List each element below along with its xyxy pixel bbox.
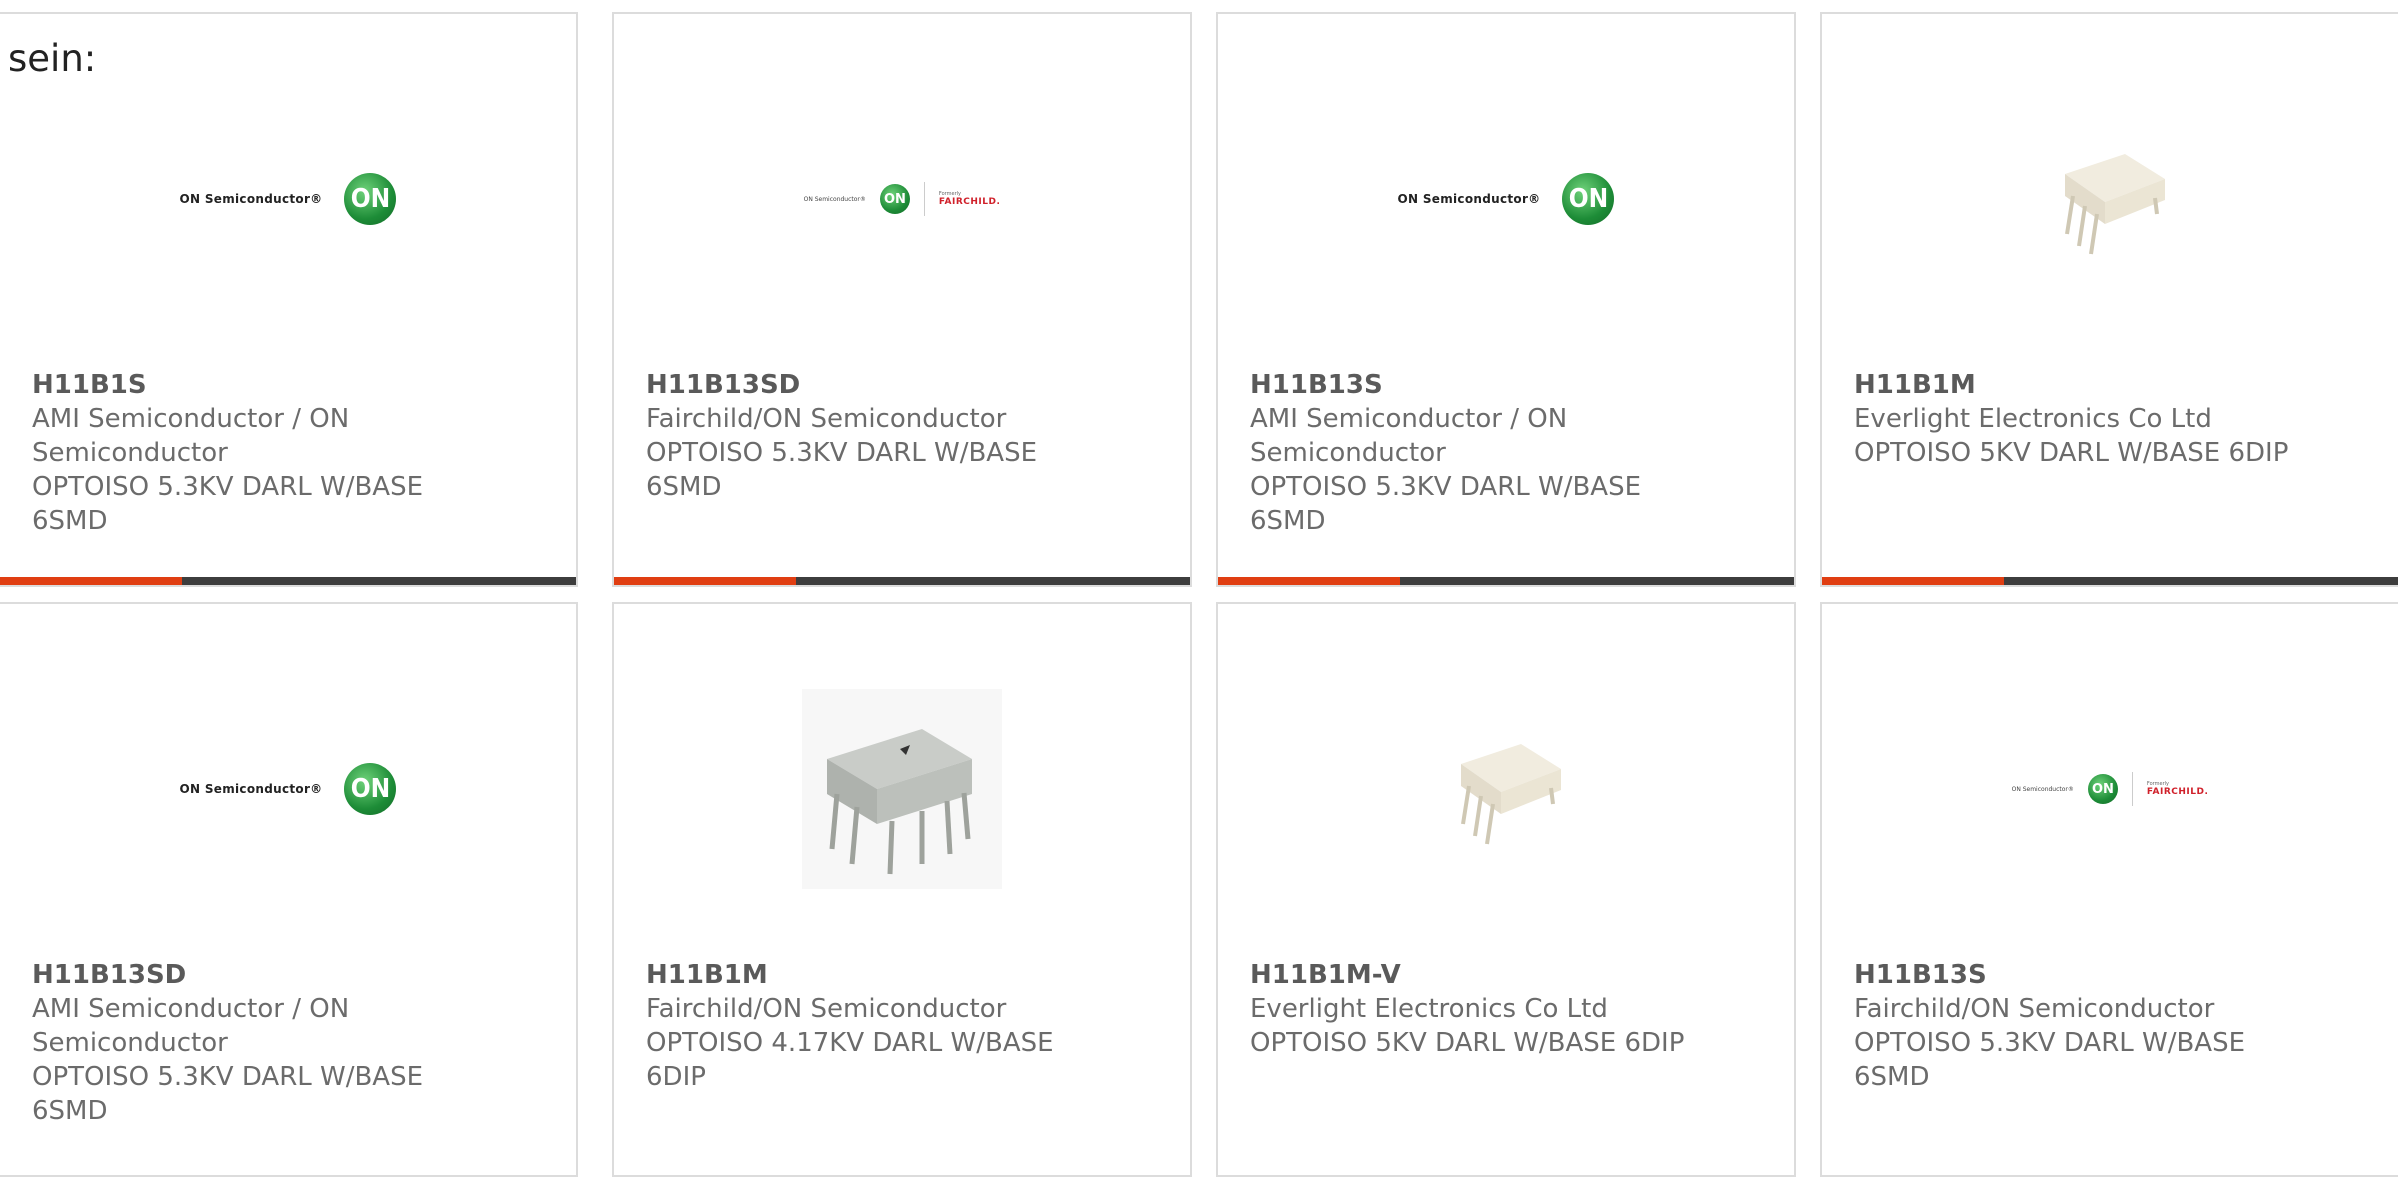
accent-bar — [1218, 577, 1400, 585]
dip-chip-gray-image — [802, 689, 1002, 889]
description: OPTOISO 5KV DARL W/BASE 6DIP — [1854, 438, 2289, 468]
on-fairchild-logo: ON Semiconductor® ON Formerly FAIRCHILD. — [2012, 772, 2209, 806]
accent-bar — [0, 577, 182, 585]
part-number[interactable]: H11B13SD — [32, 958, 502, 992]
part-number[interactable]: H11B1M — [646, 958, 1116, 992]
product-info: H11B13S AMI Semiconductor / ON Semicondu… — [1250, 368, 1720, 538]
product-info: H11B1S AMI Semiconductor / ON Semiconduc… — [32, 368, 502, 538]
description: OPTOISO 5KV DARL W/BASE 6DIP — [1250, 1028, 1685, 1058]
description: OPTOISO 5.3KV DARL W/BASE 6SMD — [32, 1062, 424, 1126]
product-card[interactable]: H11B1M-V Everlight Electronics Co Ltd OP… — [1216, 602, 1796, 1177]
product-card[interactable]: H11B1M Everlight Electronics Co Ltd OPTO… — [1820, 12, 2398, 587]
on-semiconductor-logo: ON Semiconductor® ON — [180, 173, 397, 225]
product-image[interactable]: ON Semiconductor® ON — [1218, 104, 1794, 294]
description: OPTOISO 5.3KV DARL W/BASE 6SMD — [1250, 472, 1642, 536]
product-info: H11B13S Fairchild/ON Semiconductor OPTOI… — [1854, 958, 2324, 1094]
manufacturer: AMI Semiconductor / ON Semiconductor — [32, 994, 350, 1058]
dip-chip-white-image — [2065, 154, 2165, 255]
product-info: H11B1M Everlight Electronics Co Ltd OPTO… — [1854, 368, 2324, 470]
product-card[interactable]: ON Semiconductor® ON Formerly FAIRCHILD.… — [612, 12, 1192, 587]
product-image[interactable]: ON Semiconductor® ON — [0, 694, 576, 884]
description: OPTOISO 5.3KV DARL W/BASE 6SMD — [1854, 1028, 2246, 1092]
manufacturer: AMI Semiconductor / ON Semiconductor — [1250, 404, 1568, 468]
accent-bar — [1822, 577, 2004, 585]
card-footer-bar — [1822, 577, 2398, 585]
logo-divider — [923, 182, 925, 216]
product-info: H11B13SD AMI Semiconductor / ON Semicond… — [32, 958, 502, 1128]
description: OPTOISO 5.3KV DARL W/BASE 6SMD — [32, 472, 424, 536]
manufacturer: Fairchild/ON Semiconductor — [1854, 994, 2215, 1024]
card-footer-bar — [614, 577, 1190, 585]
manufacturer: AMI Semiconductor / ON Semiconductor — [32, 404, 350, 468]
part-number[interactable]: H11B1S — [32, 368, 502, 402]
manufacturer: Everlight Electronics Co Ltd — [1250, 994, 1608, 1024]
product-image[interactable] — [614, 689, 1190, 889]
product-info: H11B1M-V Everlight Electronics Co Ltd OP… — [1250, 958, 1720, 1060]
product-card[interactable]: H11B1M Fairchild/ON Semiconductor OPTOIS… — [612, 602, 1192, 1177]
dip-chip-white-image — [1461, 744, 1561, 845]
product-image[interactable]: ON Semiconductor® ON Formerly FAIRCHILD. — [614, 104, 1190, 294]
part-number[interactable]: H11B1M-V — [1250, 958, 1720, 992]
card-footer-bar — [1218, 577, 1794, 585]
product-image[interactable] — [1218, 694, 1794, 884]
product-card[interactable]: ON Semiconductor® ON H11B1S AMI Semicond… — [0, 12, 578, 587]
product-info: H11B1M Fairchild/ON Semiconductor OPTOIS… — [646, 958, 1116, 1094]
card-footer-bar — [0, 577, 576, 585]
intro-text: sein: — [8, 37, 97, 80]
manufacturer: Fairchild/ON Semiconductor — [646, 404, 1007, 434]
product-info: H11B13SD Fairchild/ON Semiconductor OPTO… — [646, 368, 1116, 504]
manufacturer: Everlight Electronics Co Ltd — [1854, 404, 2212, 434]
product-image[interactable]: ON Semiconductor® ON Formerly FAIRCHILD. — [1822, 694, 2398, 884]
product-card[interactable]: ON Semiconductor® ON Formerly FAIRCHILD.… — [1820, 602, 2398, 1177]
description: OPTOISO 5.3KV DARL W/BASE 6SMD — [646, 438, 1038, 502]
description: OPTOISO 4.17KV DARL W/BASE 6DIP — [646, 1028, 1054, 1092]
on-semiconductor-logo: ON Semiconductor® ON — [1398, 173, 1615, 225]
product-image[interactable] — [1822, 104, 2398, 294]
logo-divider — [2131, 772, 2133, 806]
product-image[interactable]: ON Semiconductor® ON — [0, 104, 576, 294]
on-semiconductor-logo: ON Semiconductor® ON — [180, 763, 397, 815]
part-number[interactable]: H11B13S — [1250, 368, 1720, 402]
part-number[interactable]: H11B1M — [1854, 368, 2324, 402]
product-card[interactable]: ON Semiconductor® ON H11B13S AMI Semicon… — [1216, 12, 1796, 587]
on-fairchild-logo: ON Semiconductor® ON Formerly FAIRCHILD. — [804, 182, 1001, 216]
part-number[interactable]: H11B13SD — [646, 368, 1116, 402]
accent-bar — [614, 577, 796, 585]
manufacturer: Fairchild/ON Semiconductor — [646, 994, 1007, 1024]
product-card[interactable]: ON Semiconductor® ON H11B13SD AMI Semico… — [0, 602, 578, 1177]
part-number[interactable]: H11B13S — [1854, 958, 2324, 992]
